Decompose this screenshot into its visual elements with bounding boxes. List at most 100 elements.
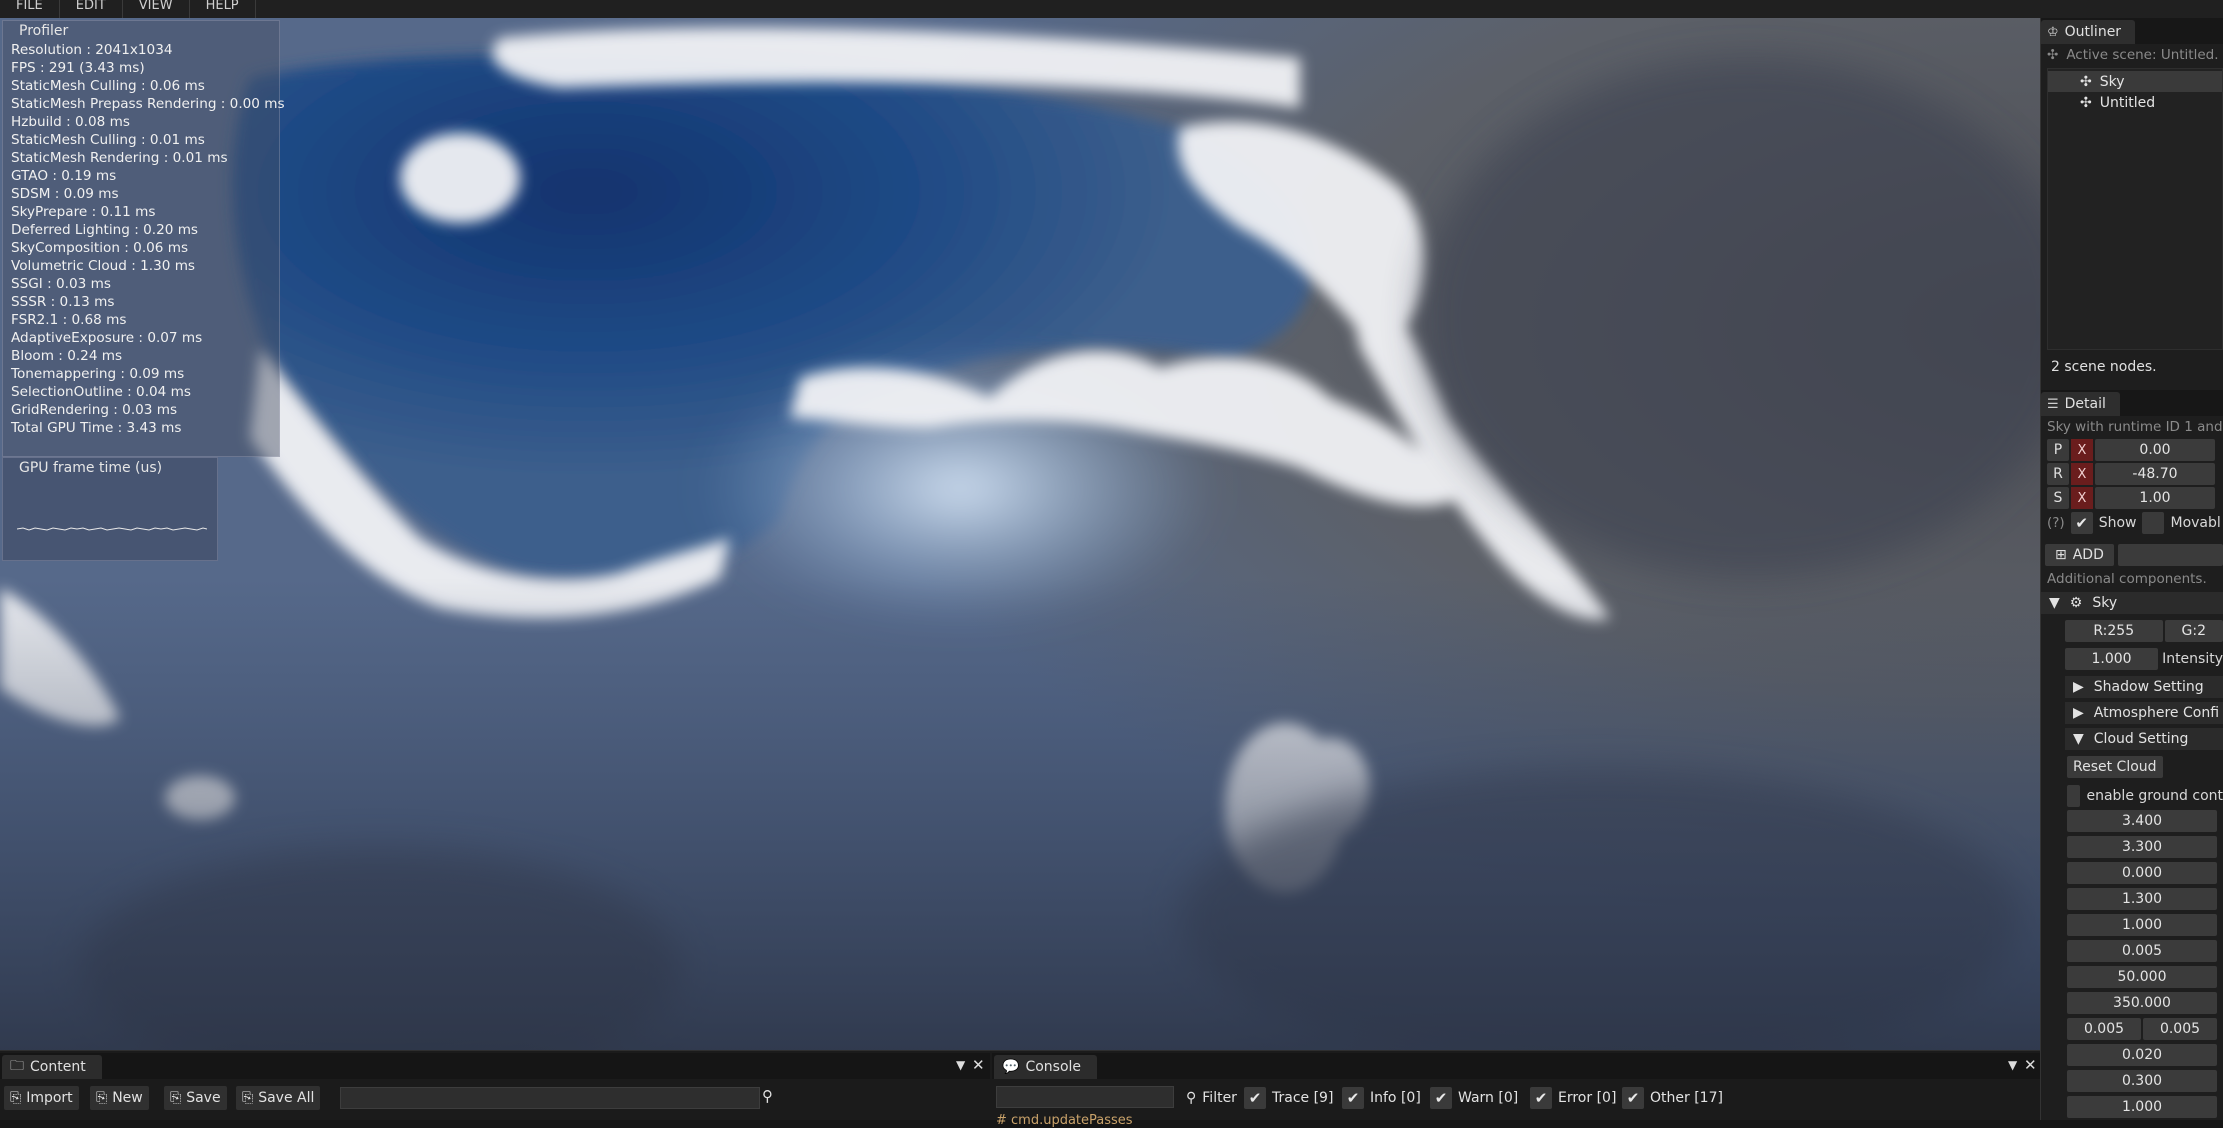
cloud-value-input[interactable]: 1.000 bbox=[2067, 914, 2217, 936]
active-scene-label: Active scene: Untitled. bbox=[2066, 47, 2218, 63]
save-all-button[interactable]: ⎘ Save All bbox=[236, 1086, 320, 1110]
menu-edit[interactable]: EDIT bbox=[60, 0, 123, 18]
scale-label: S bbox=[2047, 487, 2069, 509]
console-tabbar bbox=[992, 1053, 2040, 1079]
profiler-line: Bloom : 0.24 ms bbox=[3, 347, 279, 365]
caret-right-icon: ▶ bbox=[2073, 679, 2084, 695]
outliner-item-label: Sky bbox=[2100, 74, 2125, 90]
transform-rotation-row: R X -48.70 bbox=[2047, 462, 2223, 486]
info-filter[interactable]: ✔ Info [0] bbox=[1342, 1086, 1421, 1110]
color-row: R:255 G:2 bbox=[2065, 620, 2223, 646]
crown-icon: ♔ bbox=[2047, 25, 2059, 40]
cloud-value-input[interactable]: 0.300 bbox=[2067, 1070, 2217, 1092]
tab-outliner[interactable]: ♔ Outliner bbox=[2041, 20, 2135, 44]
content-close-icon[interactable]: ✕ bbox=[972, 1056, 985, 1074]
menu-help[interactable]: HELP bbox=[190, 0, 256, 18]
transform-block: P X 0.00 R X -48.70 S X 1.00 (?) ✔ Show … bbox=[2041, 438, 2223, 536]
tab-console[interactable]: 💬 Console bbox=[994, 1055, 1097, 1079]
folder-icon: 🗀 bbox=[10, 1055, 24, 1079]
profiler-line: StaticMesh Prepass Rendering : 0.00 ms bbox=[3, 95, 279, 113]
help-marker[interactable]: (?) bbox=[2047, 515, 2065, 531]
sky-subsections: ▶ Shadow Setting ▶ Atmosphere Confi ▼ Cl… bbox=[2041, 676, 2223, 750]
warn-checkbox[interactable]: ✔ bbox=[1430, 1087, 1452, 1109]
new-button[interactable]: ⎘ New bbox=[90, 1086, 149, 1110]
profiler-line: SSSR : 0.13 ms bbox=[3, 293, 279, 311]
other-filter[interactable]: ✔ Other [17] bbox=[1622, 1086, 1723, 1110]
color-g-input[interactable]: G:2 bbox=[2165, 620, 2223, 642]
trace-filter[interactable]: ✔ Trace [9] bbox=[1244, 1086, 1333, 1110]
component-search-input[interactable] bbox=[2118, 544, 2223, 566]
warn-label: Warn [0] bbox=[1458, 1090, 1518, 1106]
cloud-value-input[interactable]: 3.300 bbox=[2067, 836, 2217, 858]
outliner-item-untitled[interactable]: ✣ Untitled bbox=[2048, 92, 2222, 113]
rotation-x-label: X bbox=[2071, 463, 2093, 485]
console-close-icon[interactable]: ✕ bbox=[2024, 1056, 2037, 1074]
cloud-pair-input[interactable]: 0.005 bbox=[2143, 1018, 2217, 1040]
scale-x-input[interactable]: 1.00 bbox=[2095, 487, 2215, 509]
cloud-value-input[interactable]: 1.000 bbox=[2067, 1096, 2217, 1118]
import-icon: ⎘ bbox=[10, 1090, 21, 1106]
other-checkbox[interactable]: ✔ bbox=[1622, 1087, 1644, 1109]
atmosphere-config-label: Atmosphere Confi bbox=[2094, 705, 2219, 721]
cloud-value-input[interactable]: 0.005 bbox=[2067, 940, 2217, 962]
cloud-settings: Reset Cloud enable ground cont 3.400 3.3… bbox=[2041, 756, 2223, 1118]
console-log-line: # cmd.updatePasses bbox=[996, 1113, 1133, 1128]
add-component-button[interactable]: ⊞ ADD bbox=[2045, 544, 2114, 566]
cloud-value-input[interactable]: 0.020 bbox=[2067, 1044, 2217, 1066]
error-checkbox[interactable]: ✔ bbox=[1530, 1087, 1552, 1109]
error-filter[interactable]: ✔ Error [0] bbox=[1530, 1086, 1616, 1110]
cloud-pair-input[interactable]: 0.005 bbox=[2067, 1018, 2141, 1040]
save-button[interactable]: ⎘ Save bbox=[164, 1086, 227, 1110]
console-dock-menu-icon[interactable]: ▼ bbox=[2008, 1058, 2017, 1072]
content-dock-menu-icon[interactable]: ▼ bbox=[956, 1058, 965, 1072]
rotation-x-input[interactable]: -48.70 bbox=[2095, 463, 2215, 485]
intensity-input[interactable]: 1.000 bbox=[2065, 648, 2158, 670]
cloud-value-input[interactable]: 1.300 bbox=[2067, 888, 2217, 910]
profiler-line: GTAO : 0.19 ms bbox=[3, 167, 279, 185]
additional-components-label: Additional components. bbox=[2041, 568, 2223, 590]
info-checkbox[interactable]: ✔ bbox=[1342, 1087, 1364, 1109]
detail-tabbar: ☰ Detail bbox=[2041, 390, 2223, 416]
show-checkbox[interactable]: ✔ bbox=[2071, 512, 2093, 534]
profiler-line: SkyPrepare : 0.11 ms bbox=[3, 203, 279, 221]
color-r-input[interactable]: R:255 bbox=[2065, 620, 2163, 642]
atmosphere-config-header[interactable]: ▶ Atmosphere Confi bbox=[2065, 702, 2223, 724]
scene-viewport[interactable] bbox=[0, 18, 2040, 1050]
cloud-value-input[interactable]: 350.000 bbox=[2067, 992, 2217, 1014]
tab-detail[interactable]: ☰ Detail bbox=[2041, 392, 2120, 416]
tab-content[interactable]: 🗀 Content bbox=[2, 1055, 102, 1079]
shadow-setting-header[interactable]: ▶ Shadow Setting bbox=[2065, 676, 2223, 698]
import-button[interactable]: ⎘ Import bbox=[4, 1086, 79, 1110]
ground-contrib-label: enable ground cont bbox=[2086, 788, 2223, 804]
profiler-line: GridRendering : 0.03 ms bbox=[3, 401, 279, 419]
profiler-line: StaticMesh Rendering : 0.01 ms bbox=[3, 149, 279, 167]
menu-view[interactable]: VIEW bbox=[123, 0, 190, 18]
sky-section-header[interactable]: ▼ ⚙ Sky bbox=[2041, 592, 2223, 614]
content-search-input[interactable] bbox=[340, 1087, 760, 1109]
scale-x-label: X bbox=[2071, 487, 2093, 509]
movable-checkbox[interactable] bbox=[2142, 512, 2164, 534]
outliner-item-sky[interactable]: ✣ Sky bbox=[2048, 71, 2222, 92]
cloud-value-input[interactable]: 0.000 bbox=[2067, 862, 2217, 884]
content-tabbar bbox=[0, 1053, 990, 1079]
trace-checkbox[interactable]: ✔ bbox=[1244, 1087, 1266, 1109]
warn-filter[interactable]: ✔ Warn [0] bbox=[1430, 1086, 1518, 1110]
cloud-value-input[interactable]: 50.000 bbox=[2067, 966, 2217, 988]
position-label: P bbox=[2047, 439, 2069, 461]
reset-cloud-button[interactable]: Reset Cloud bbox=[2067, 756, 2163, 778]
cloud-value-input[interactable]: 3.400 bbox=[2067, 810, 2217, 832]
profiler-line: Deferred Lighting : 0.20 ms bbox=[3, 221, 279, 239]
cloud-setting-header[interactable]: ▼ Cloud Setting bbox=[2065, 728, 2223, 750]
ground-contrib-checkbox[interactable] bbox=[2067, 785, 2080, 807]
shadow-setting-label: Shadow Setting bbox=[2094, 679, 2204, 695]
new-file-icon: ⎘ bbox=[96, 1090, 107, 1106]
save-all-label: Save All bbox=[258, 1090, 314, 1106]
info-label: Info [0] bbox=[1370, 1090, 1421, 1106]
console-filter-input[interactable] bbox=[996, 1086, 1174, 1108]
right-dock: ♔ Outliner ✣ Active scene: Untitled. ✣ S… bbox=[2040, 18, 2223, 1120]
menu-file[interactable]: FILE bbox=[0, 0, 60, 18]
add-label: ADD bbox=[2073, 547, 2104, 563]
scene-icon: ✣ bbox=[2047, 47, 2058, 63]
position-x-input[interactable]: 0.00 bbox=[2095, 439, 2215, 461]
search-icon[interactable]: ⚲ bbox=[762, 1087, 773, 1105]
